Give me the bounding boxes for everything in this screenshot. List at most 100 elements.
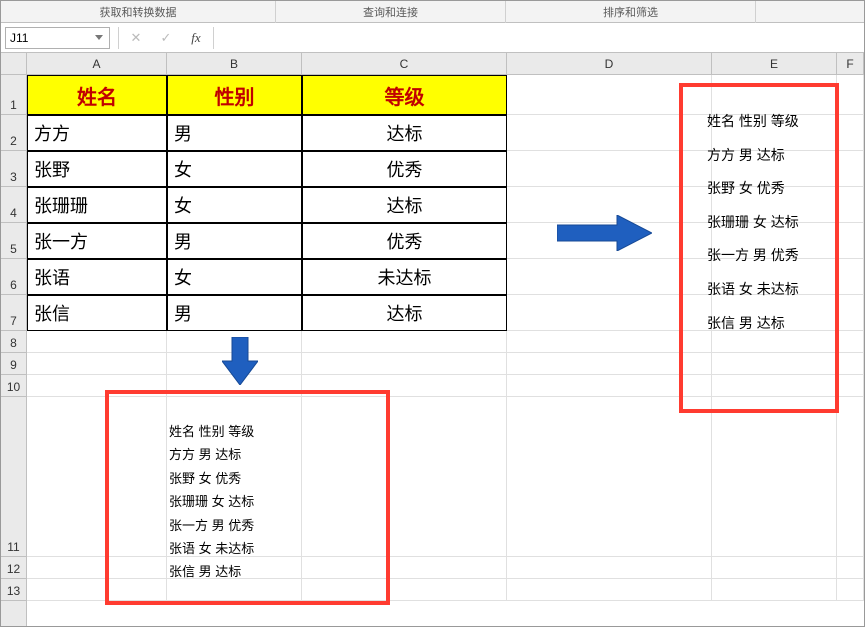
col-header-B[interactable]: B: [167, 53, 302, 74]
cell[interactable]: [712, 259, 837, 295]
cell[interactable]: [712, 579, 837, 601]
cell[interactable]: [837, 331, 864, 353]
row-header[interactable]: 5: [1, 223, 26, 259]
cell[interactable]: 女: [167, 259, 302, 295]
cell[interactable]: [27, 397, 167, 557]
cell[interactable]: [167, 557, 302, 579]
row-header[interactable]: 10: [1, 375, 26, 397]
cell[interactable]: 方方: [27, 115, 167, 151]
cell[interactable]: [302, 331, 507, 353]
cell[interactable]: 等级: [302, 75, 507, 115]
cell[interactable]: [302, 579, 507, 601]
cell[interactable]: [167, 375, 302, 397]
cell[interactable]: [507, 353, 712, 375]
row-header[interactable]: 11: [1, 397, 26, 557]
cell[interactable]: [27, 331, 167, 353]
cell[interactable]: 张语: [27, 259, 167, 295]
cell[interactable]: [302, 397, 507, 557]
cell[interactable]: [837, 223, 864, 259]
cell[interactable]: [837, 295, 864, 331]
row-header[interactable]: 2: [1, 115, 26, 151]
row-header[interactable]: 1: [1, 75, 26, 115]
cell[interactable]: [302, 557, 507, 579]
cell[interactable]: [712, 375, 837, 397]
cell[interactable]: [837, 353, 864, 375]
cell[interactable]: 达标: [302, 295, 507, 331]
cell[interactable]: [27, 557, 167, 579]
cell[interactable]: [302, 353, 507, 375]
cell[interactable]: 优秀: [302, 151, 507, 187]
cell[interactable]: [837, 375, 864, 397]
cell[interactable]: 张一方: [27, 223, 167, 259]
cell[interactable]: [507, 115, 712, 151]
cell[interactable]: [712, 75, 837, 115]
row-header[interactable]: 9: [1, 353, 26, 375]
col-header-F[interactable]: F: [837, 53, 864, 74]
cell[interactable]: [712, 295, 837, 331]
cell[interactable]: [27, 579, 167, 601]
cell[interactable]: [507, 223, 712, 259]
row-header[interactable]: 3: [1, 151, 26, 187]
confirm-icon[interactable]: ✓: [151, 27, 181, 49]
cell[interactable]: [712, 187, 837, 223]
cell[interactable]: [837, 115, 864, 151]
cell[interactable]: [507, 557, 712, 579]
cell[interactable]: [27, 353, 167, 375]
name-box[interactable]: J11: [5, 27, 110, 49]
col-header-A[interactable]: A: [27, 53, 167, 74]
cell[interactable]: 男: [167, 223, 302, 259]
cell[interactable]: [837, 579, 864, 601]
cell[interactable]: [507, 295, 712, 331]
cell[interactable]: [712, 223, 837, 259]
cell[interactable]: 达标: [302, 115, 507, 151]
cancel-icon[interactable]: ✕: [121, 27, 151, 49]
cell[interactable]: 姓名: [27, 75, 167, 115]
row-header[interactable]: 7: [1, 295, 26, 331]
col-header-C[interactable]: C: [302, 53, 507, 74]
cell[interactable]: [712, 397, 837, 557]
cell[interactable]: 张信: [27, 295, 167, 331]
cell[interactable]: [507, 151, 712, 187]
cell[interactable]: 性别: [167, 75, 302, 115]
cell[interactable]: [712, 557, 837, 579]
cell[interactable]: [302, 375, 507, 397]
select-all-corner[interactable]: [1, 53, 27, 75]
chevron-down-icon[interactable]: [92, 31, 106, 45]
cell[interactable]: [507, 579, 712, 601]
cell[interactable]: 女: [167, 187, 302, 223]
cell[interactable]: 未达标: [302, 259, 507, 295]
cell[interactable]: [712, 115, 837, 151]
row-header[interactable]: 6: [1, 259, 26, 295]
sheet-area[interactable]: A B C D E F 1 2 3 4 5 6 7 8 9 10 11 12: [1, 53, 864, 626]
cell[interactable]: [712, 151, 837, 187]
cell[interactable]: [837, 151, 864, 187]
cell[interactable]: [167, 353, 302, 375]
cell[interactable]: [837, 75, 864, 115]
cell[interactable]: 张野: [27, 151, 167, 187]
cell[interactable]: 男: [167, 115, 302, 151]
col-header-E[interactable]: E: [712, 53, 837, 74]
row-header[interactable]: 4: [1, 187, 26, 223]
cell[interactable]: [167, 331, 302, 353]
row-header[interactable]: 8: [1, 331, 26, 353]
cell[interactable]: [167, 579, 302, 601]
cell[interactable]: 优秀: [302, 223, 507, 259]
cell[interactable]: [27, 375, 167, 397]
cell[interactable]: [837, 187, 864, 223]
cells-area[interactable]: 姓名 性别 等级 方方 男 达标 张野: [27, 75, 864, 626]
col-header-D[interactable]: D: [507, 53, 712, 74]
cell[interactable]: [712, 353, 837, 375]
cell[interactable]: 达标: [302, 187, 507, 223]
cell[interactable]: 女: [167, 151, 302, 187]
fx-icon[interactable]: fx: [181, 27, 211, 49]
formula-input[interactable]: [216, 27, 864, 49]
cell[interactable]: [507, 75, 712, 115]
cell[interactable]: [507, 331, 712, 353]
cell[interactable]: [507, 187, 712, 223]
cell[interactable]: [837, 259, 864, 295]
cell[interactable]: [507, 259, 712, 295]
row-header[interactable]: 12: [1, 557, 26, 579]
cell[interactable]: [507, 397, 712, 557]
cell[interactable]: [507, 375, 712, 397]
cell[interactable]: 男: [167, 295, 302, 331]
